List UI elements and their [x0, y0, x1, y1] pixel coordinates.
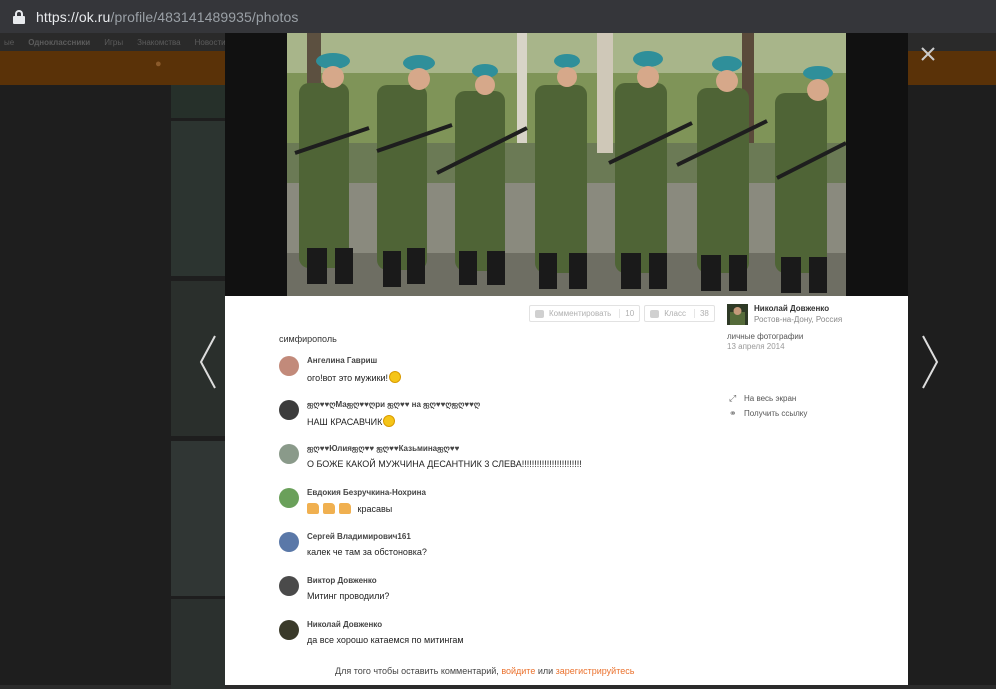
thumbs-up-emoji-icon — [339, 503, 351, 514]
comment-author[interactable]: Евдокия Безручкина-Нохрина — [307, 488, 426, 497]
comment-text: калек че там за обстоновка? — [307, 547, 427, 557]
comment-text-content: ого!вот это мужики! — [307, 373, 389, 383]
url-host: https://ok.ru — [36, 8, 111, 25]
comment-text: да все хорошо катаемся по митингам — [307, 635, 464, 645]
avatar[interactable] — [279, 620, 299, 640]
owner-location: Ростов-на-Дону, Россия — [754, 315, 843, 324]
smiling-emoji-icon — [383, 415, 396, 427]
bg-nav-item: Игры — [104, 37, 124, 47]
comment-author[interactable]: Николай Довженко — [307, 620, 382, 629]
bg-nav-item: Новости — [194, 37, 226, 47]
avatar[interactable] — [279, 532, 299, 552]
laughing-emoji-icon — [389, 371, 402, 383]
comment-text: Митинг проводили? — [307, 591, 390, 601]
thumbs-up-emoji-icon — [307, 503, 319, 514]
close-icon — [921, 47, 935, 61]
url-text[interactable]: https://ok.ru/profile/483141489935/photo… — [36, 9, 299, 25]
comment-text: ого!вот это мужики! — [307, 371, 402, 383]
background-thumb — [171, 121, 225, 276]
comment-button-label: Комментировать — [549, 309, 612, 318]
next-photo-button[interactable] — [920, 334, 940, 390]
get-link-label: Получить ссылку — [744, 409, 808, 418]
url-path: /profile/483141489935/photos — [110, 8, 299, 25]
close-button[interactable] — [918, 44, 938, 64]
comment-author[interactable]: ஐღ♥♥Юлияஐღ♥♥ ஐღ♥♥Казьминаஐღ♥♥ — [307, 444, 459, 454]
thumbs-up-emoji-icon — [323, 503, 335, 514]
ok-logo-icon: ● — [155, 58, 162, 70]
main-photo[interactable] — [287, 33, 846, 296]
login-prompt-or: или — [535, 666, 556, 676]
avatar[interactable] — [279, 444, 299, 464]
like-count: 38 — [693, 309, 709, 318]
background-thumb — [171, 85, 225, 118]
prev-photo-button[interactable] — [198, 334, 218, 390]
fullscreen-label: На весь экран — [744, 394, 797, 403]
comment-author[interactable]: ஐღ♥♥ღМаஐღ♥♥ღри ஐღ♥♥ на ஐღ♥♥ღஐღ♥♥ღ — [307, 400, 480, 410]
owner-avatar[interactable] — [727, 304, 748, 325]
like-button[interactable]: Класс 38 — [644, 305, 715, 322]
lock-icon — [12, 9, 26, 24]
bg-nav-item: Знакомства — [137, 37, 181, 47]
login-prompt-text: Для того чтобы оставить комментарий, — [335, 666, 502, 676]
photo-modal: Комментировать 10 Класс 38 симфирополь А… — [225, 33, 908, 685]
comment-text: красавы — [307, 503, 392, 514]
owner-avatar-image — [727, 304, 748, 325]
owner-name[interactable]: Николай Довженко — [754, 304, 829, 313]
photo-image — [287, 33, 846, 296]
background-thumb — [171, 599, 225, 689]
fullscreen-link[interactable]: ⤢ На весь экран — [729, 393, 797, 404]
album-name[interactable]: личные фотографии — [727, 332, 803, 341]
like-button-label: Класс — [664, 309, 686, 318]
comment-text: О БОЖЕ КАКОЙ МУЖЧИНА ДЕСАНТНИК 3 СЛЕВА!!… — [307, 459, 582, 469]
background-thumb — [171, 441, 225, 596]
address-bar[interactable]: https://ok.ru/profile/483141489935/photo… — [0, 0, 996, 33]
comment-icon — [535, 309, 544, 318]
link-icon: ⚭ — [729, 408, 737, 418]
avatar[interactable] — [279, 400, 299, 420]
fullscreen-icon: ⤢ — [729, 393, 737, 403]
login-link[interactable]: войдите — [501, 666, 535, 676]
photo-date: 13 апреля 2014 — [727, 342, 785, 351]
comment-count: 10 — [619, 309, 634, 318]
bg-nav-item: Одноклассники — [28, 37, 91, 47]
avatar[interactable] — [279, 576, 299, 596]
register-link[interactable]: зарегистрируйтесь — [556, 666, 635, 676]
bg-nav-item: ые — [4, 37, 15, 47]
comment-author[interactable]: Виктор Довженко — [307, 576, 377, 585]
comment-author[interactable]: Ангелина Гавриш — [307, 356, 377, 365]
comment-text-content: НАШ КРАСАВЧИК — [307, 417, 383, 427]
avatar[interactable] — [279, 488, 299, 508]
photo-caption: симфирополь — [279, 334, 337, 344]
comment-author[interactable]: Сергей Владимирович161 — [307, 532, 411, 541]
chevron-left-icon — [199, 335, 216, 389]
like-icon — [650, 309, 660, 318]
comment-text-content: красавы — [357, 504, 393, 514]
comment-text: НАШ КРАСАВЧИК — [307, 415, 396, 427]
get-link-button[interactable]: ⚭ Получить ссылку — [729, 408, 808, 419]
comment-button[interactable]: Комментировать 10 — [529, 305, 641, 322]
chevron-right-icon — [922, 335, 939, 389]
login-prompt: Для того чтобы оставить комментарий, вой… — [335, 666, 634, 676]
avatar[interactable] — [279, 356, 299, 376]
photo-info-panel: Комментировать 10 Класс 38 симфирополь А… — [225, 296, 908, 685]
photo-actions: Комментировать 10 Класс 38 — [529, 305, 715, 322]
